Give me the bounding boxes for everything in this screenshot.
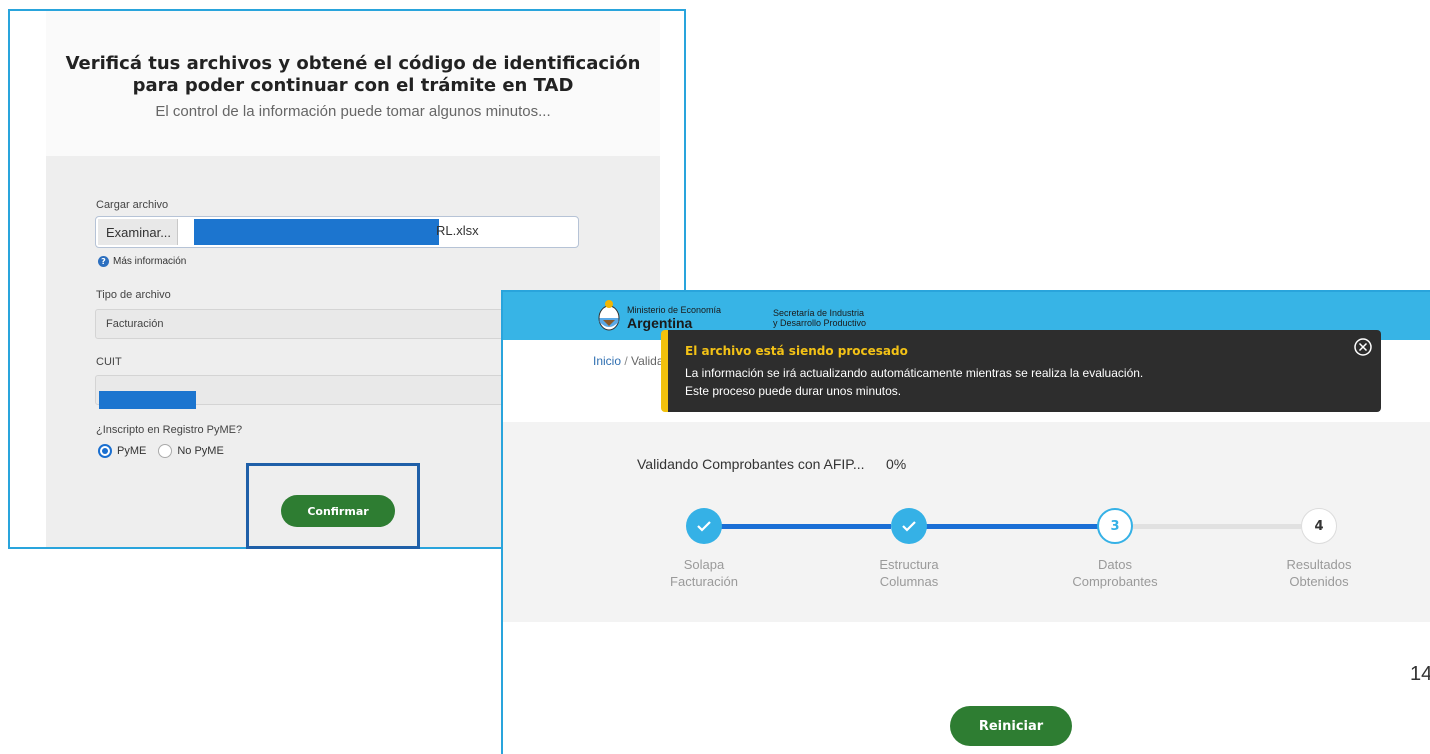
step-2-circle — [891, 508, 927, 544]
step-2-label: Estructura Columnas — [844, 556, 974, 590]
ministry-name: Ministerio de Economía — [627, 305, 722, 315]
step-2-label-line1: Estructura — [879, 557, 939, 572]
step-4-label-line2: Obtenidos — [1289, 574, 1349, 589]
confirm-highlight-box — [246, 463, 420, 549]
more-info-label: Más información — [113, 256, 187, 267]
file-type-label: Tipo de archivo — [96, 289, 171, 301]
upload-title-line1: Verificá tus archivos y obtené el código… — [65, 53, 641, 74]
step-2-label-line2: Columnas — [879, 574, 939, 589]
step-1-label-line1: Solapa — [683, 557, 725, 572]
progress-status-text: Validando Comprobantes con AFIP... — [637, 456, 865, 472]
toast-title: El archivo está siendo procesado — [685, 344, 908, 358]
step-connector-3-4 — [1133, 524, 1301, 529]
toast-message-line1: La información se irá actualizando autom… — [685, 366, 1144, 380]
upload-subtitle: El control de la información puede tomar… — [155, 103, 551, 120]
no-pyme-radio[interactable] — [158, 444, 173, 458]
step-3-circle: 3 — [1097, 508, 1133, 544]
step-connector-2-3 — [926, 524, 1098, 529]
browse-button[interactable]: Examinar... — [98, 219, 178, 245]
secretaria-name-line1: Secretaría de Industria — [773, 308, 865, 318]
redacted-cuit — [99, 391, 196, 409]
country-name: Argentina — [627, 315, 693, 331]
argentina-crest-icon — [598, 300, 620, 331]
step-1-label: Solapa Facturación — [639, 556, 769, 590]
restart-button[interactable]: Reiniciar — [950, 706, 1072, 746]
secretaria-name-line2: y Desarrollo Productivo — [773, 318, 867, 328]
processing-toast: El archivo está siendo procesado La info… — [661, 330, 1381, 412]
cuit-label: CUIT — [96, 356, 122, 368]
step-3-label-line1: Datos — [1098, 557, 1132, 572]
breadcrumb-home-link[interactable]: Inicio — [593, 354, 621, 368]
page-number: 14 — [1410, 663, 1430, 685]
pyme-radio-group: PyME No PyME — [98, 444, 224, 458]
progress-percent: 0% — [886, 456, 907, 472]
upload-title-line2: para poder continuar con el trámite en T… — [132, 75, 574, 96]
no-pyme-radio-label: No PyME — [177, 445, 224, 457]
file-input[interactable]: Examinar... RL.xlsx — [95, 216, 579, 248]
check-icon — [902, 521, 916, 532]
step-4-label-line1: Resultados — [1286, 557, 1352, 572]
upload-header: Verificá tus archivos y obtené el código… — [46, 11, 660, 156]
step-3-label-line2: Comprobantes — [1072, 574, 1158, 589]
breadcrumb-separator: / — [624, 354, 628, 368]
breadcrumb: Inicio / Valida — [593, 354, 664, 368]
step-4-circle: 4 — [1301, 508, 1337, 544]
step-1-circle — [686, 508, 722, 544]
step-4-label: Resultados Obtenidos — [1254, 556, 1384, 590]
pyme-question: ¿Inscripto en Registro PyME? — [96, 424, 243, 436]
check-icon — [697, 521, 711, 532]
step-connector-1-2 — [721, 524, 891, 529]
pyme-radio[interactable] — [98, 444, 112, 458]
step-3-label: Datos Comprobantes — [1050, 556, 1180, 590]
close-icon[interactable] — [1353, 337, 1373, 357]
processing-panel: Ministerio de Economía Argentina Secreta… — [501, 290, 1430, 754]
file-type-field: Facturación — [95, 309, 515, 339]
pyme-radio-label: PyME — [117, 445, 147, 457]
help-icon: ? — [98, 256, 109, 267]
step-1-label-line2: Facturación — [670, 574, 738, 589]
file-name: RL.xlsx — [436, 223, 479, 238]
upload-title: Verificá tus archivos y obtené el código… — [46, 53, 660, 97]
progress-section: Validando Comprobantes con AFIP... 0% 3 … — [503, 422, 1430, 622]
toast-message-line2: Este proceso puede durar unos minutos. — [685, 384, 902, 398]
file-field-label: Cargar archivo — [96, 199, 169, 211]
redacted-filename — [194, 219, 439, 245]
more-info-link[interactable]: ? Más información — [98, 256, 186, 267]
breadcrumb-current: Valida — [631, 354, 664, 368]
